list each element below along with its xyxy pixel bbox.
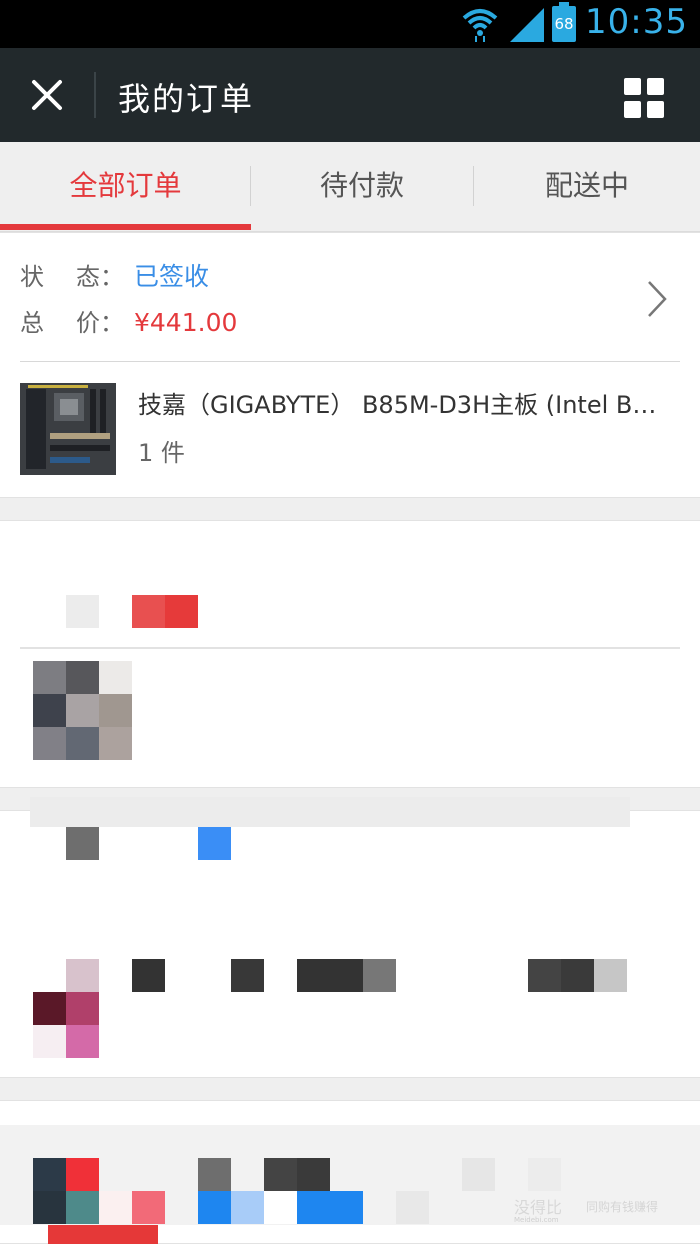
watermark-slogan: 同购有钱赚得 [586, 1200, 659, 1214]
tab-pending-payment[interactable]: 待付款 [251, 142, 473, 230]
status-label-1: 状 [20, 263, 44, 291]
grid-menu-icon[interactable] [622, 76, 666, 120]
close-icon[interactable] [26, 74, 68, 116]
order-card-obscured[interactable] [0, 520, 700, 788]
pixelated-block [462, 1158, 495, 1191]
product-thumbnail[interactable] [20, 383, 116, 475]
watermark: 没得比 Meidebi.com 同购有钱赚得 [514, 1194, 700, 1234]
pixelated-block [66, 992, 99, 1025]
wifi-icon [462, 9, 498, 42]
watermark-site: Meidebi.com [514, 1216, 559, 1224]
order-card-obscured[interactable] [0, 797, 700, 1078]
pixelated-block [33, 992, 66, 1025]
order-total-price: ¥441.00 [134, 308, 238, 337]
pixelated-block [561, 959, 594, 992]
order-price-row: 总 价： ¥441.00 [20, 303, 237, 338]
pixelated-block [66, 1158, 99, 1191]
pixelated-block [297, 959, 330, 992]
product-name: 技嘉（GIGABYTE） B85M-D3H主板 (Intel B… [138, 391, 657, 419]
pixelated-block [66, 661, 99, 694]
pixelated-block [528, 959, 561, 992]
pixelated-block [231, 1191, 264, 1224]
pixelated-block [297, 1191, 330, 1224]
pixelated-block [48, 1225, 158, 1244]
pixelated-block [99, 694, 132, 727]
tab-shipping[interactable]: 配送中 [474, 142, 700, 230]
pixelated-block [66, 1191, 99, 1224]
signal-icon [510, 8, 544, 42]
pixelated-block [594, 959, 627, 992]
pixelated-block [198, 1158, 231, 1191]
pixelated-block [297, 1158, 330, 1191]
pixelated-block [99, 661, 132, 694]
pixelated-block [198, 827, 231, 860]
pixelated-block [66, 727, 99, 760]
status-colon: ： [100, 263, 124, 291]
pixelated-block [33, 1158, 66, 1191]
pixelated-block [363, 959, 396, 992]
pixelated-block [132, 595, 165, 628]
pixelated-block [165, 595, 198, 628]
pixelated-block [66, 827, 99, 860]
pixelated-block [66, 694, 99, 727]
clock: 10:35 [585, 2, 688, 42]
pixelated-block [231, 959, 264, 992]
pixelated-block [99, 727, 132, 760]
page-title: 我的订单 [118, 80, 255, 118]
pixelated-block [66, 959, 99, 992]
pixelated-block [132, 1191, 165, 1224]
order-status-row: 状 态： 已签收 [20, 257, 209, 293]
pixelated-block [66, 595, 99, 628]
pixelated-block [330, 1191, 363, 1224]
status-label-2: 态 [76, 263, 100, 291]
price-colon: ： [100, 309, 124, 337]
pixelated-block [33, 661, 66, 694]
pixelated-block [33, 694, 66, 727]
pixelated-block [33, 1025, 66, 1058]
chevron-right-icon[interactable] [646, 279, 668, 319]
pixelated-block [528, 1158, 561, 1191]
pixelated-block [33, 1191, 66, 1224]
battery-icon: 68 [552, 2, 576, 42]
order-status: 已签收 [134, 262, 210, 291]
pixelated-block [33, 727, 66, 760]
pixelated-block [264, 1191, 297, 1224]
pixelated-block [132, 959, 165, 992]
card-divider [20, 361, 680, 362]
motherboard-image [20, 383, 116, 475]
card-divider [20, 647, 680, 649]
watermark-brand: 没得比 [514, 1198, 563, 1217]
title-divider [94, 72, 96, 118]
status-bar: 68 10:35 [0, 0, 700, 48]
price-label-2: 价 [76, 309, 100, 337]
pixelated-block [66, 1025, 99, 1058]
tab-all-orders[interactable]: 全部订单 [0, 142, 251, 230]
blur-band [30, 797, 630, 827]
pixelated-block [396, 1191, 429, 1224]
battery-level: 68 [554, 15, 574, 33]
product-quantity: 1 件 [138, 439, 185, 467]
pixelated-block [330, 959, 363, 992]
pixelated-block [99, 1191, 132, 1224]
active-tab-indicator [0, 224, 251, 230]
pixelated-block [264, 1158, 297, 1191]
price-label-1: 总 [20, 309, 44, 337]
order-card[interactable]: 状 态： 已签收 总 价： ¥441.00 技嘉（GIGABYTE） B85M-D3H主… [0, 232, 700, 498]
order-tabs: 全部订单 待付款 配送中 [0, 142, 700, 232]
title-bar: 我的订单 [0, 48, 700, 142]
pixelated-block [198, 1191, 231, 1224]
